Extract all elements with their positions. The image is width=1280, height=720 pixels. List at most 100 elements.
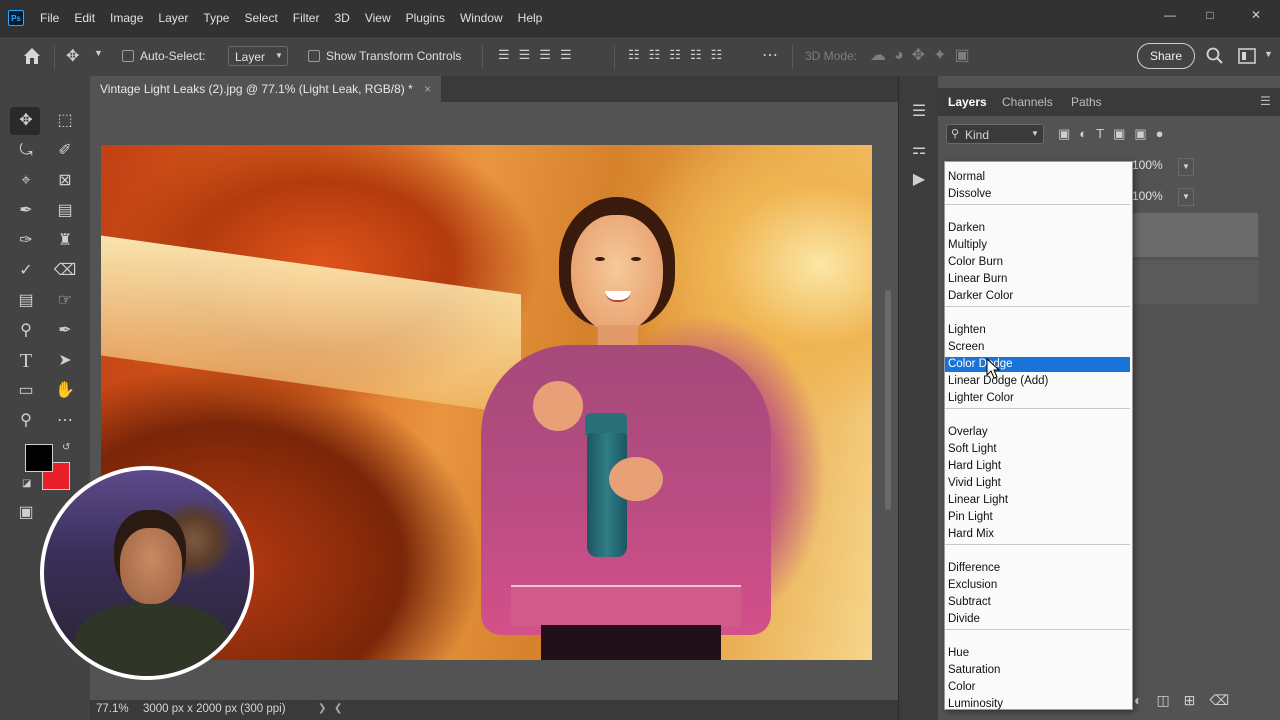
smudge-tool-icon[interactable]: ☞ bbox=[53, 289, 77, 313]
blend-mode-linear-dodge-add[interactable]: Linear Dodge (Add) bbox=[945, 374, 1130, 389]
blend-mode-exclusion[interactable]: Exclusion bbox=[945, 578, 1130, 593]
hand-tool-icon[interactable]: ✋ bbox=[53, 379, 77, 403]
minimize-icon[interactable]: — bbox=[1160, 8, 1180, 24]
adjustments-icon[interactable]: ☰ bbox=[907, 100, 931, 124]
menu-item-file[interactable]: File bbox=[40, 11, 59, 25]
workspace-icon[interactable] bbox=[1238, 48, 1256, 64]
blend-mode-saturation[interactable]: Saturation bbox=[945, 663, 1130, 678]
show-transform-checkbox[interactable] bbox=[308, 50, 320, 62]
distribute-icons[interactable]: ☷☷☷☷☷ bbox=[628, 47, 731, 63]
blend-mode-color[interactable]: Color bbox=[945, 680, 1130, 695]
menu-item-filter[interactable]: Filter bbox=[293, 11, 320, 25]
blend-mode-normal[interactable]: Normal bbox=[945, 170, 1130, 185]
blend-mode-vivid-light[interactable]: Vivid Light bbox=[945, 476, 1130, 491]
layer-row[interactable] bbox=[1132, 260, 1258, 304]
blend-mode-divide[interactable]: Divide bbox=[945, 612, 1130, 627]
blend-mode-hard-light[interactable]: Hard Light bbox=[945, 459, 1130, 474]
marquee-tool-icon[interactable]: ⬚ bbox=[53, 109, 77, 133]
menu-item-help[interactable]: Help bbox=[518, 11, 543, 25]
history-icon[interactable]: ⚎ bbox=[907, 138, 931, 162]
brush-tool-icon[interactable]: ✑ bbox=[14, 229, 38, 253]
pen-tool-icon[interactable]: ✒ bbox=[53, 319, 77, 343]
blend-mode-luminosity[interactable]: Luminosity bbox=[945, 697, 1130, 712]
crop-tool-icon[interactable]: ⌖ bbox=[14, 169, 38, 193]
blend-mode-overlay[interactable]: Overlay bbox=[945, 425, 1130, 440]
blend-mode-dissolve[interactable]: Dissolve bbox=[945, 187, 1130, 202]
blend-mode-color-burn[interactable]: Color Burn bbox=[945, 255, 1130, 270]
frame-tool-icon[interactable]: ⊠ bbox=[53, 169, 77, 193]
layer-filter-kind-dropdown[interactable]: ⚲ Kind ▼ bbox=[946, 124, 1044, 144]
close-icon[interactable]: ✕ bbox=[1246, 8, 1266, 24]
blend-mode-linear-burn[interactable]: Linear Burn bbox=[945, 272, 1130, 287]
foreground-color-swatch[interactable] bbox=[25, 444, 53, 472]
play-icon[interactable]: ▶ bbox=[907, 168, 931, 192]
blend-mode-hard-mix[interactable]: Hard Mix bbox=[945, 527, 1130, 542]
menu-item-select[interactable]: Select bbox=[244, 11, 277, 25]
move-tool-icon[interactable]: ✥ bbox=[66, 46, 79, 66]
auto-select-checkbox[interactable] bbox=[122, 50, 134, 62]
gradient-tool-icon[interactable]: ▤ bbox=[14, 289, 38, 313]
close-tab-icon[interactable]: × bbox=[424, 82, 431, 96]
default-colors-icon[interactable]: ◪ bbox=[22, 478, 31, 489]
layer-actions-icons[interactable]: ◐◫⊞⌫ bbox=[1134, 692, 1243, 709]
menu-item-view[interactable]: View bbox=[365, 11, 391, 25]
blend-mode-darker-color[interactable]: Darker Color bbox=[945, 289, 1130, 304]
blend-mode-pin-light[interactable]: Pin Light bbox=[945, 510, 1130, 525]
eraser-tool-icon[interactable]: ⌫ bbox=[53, 259, 77, 283]
blend-mode-linear-light[interactable]: Linear Light bbox=[945, 493, 1130, 508]
blend-mode-screen[interactable]: Screen bbox=[945, 340, 1130, 355]
blend-mode-hue[interactable]: Hue bbox=[945, 646, 1130, 661]
move-tool-icon[interactable]: ✥ bbox=[14, 109, 38, 133]
blend-mode-difference[interactable]: Difference bbox=[945, 561, 1130, 576]
share-button[interactable]: Share bbox=[1137, 43, 1195, 69]
healing-brush-tool-icon[interactable]: ▤ bbox=[53, 199, 77, 223]
clone-stamp-tool-icon[interactable]: ♜ bbox=[53, 229, 77, 253]
tab-paths[interactable]: Paths bbox=[1071, 88, 1102, 116]
opacity-dropdown-icon[interactable]: ▼ bbox=[1178, 158, 1194, 176]
opacity-value[interactable]: 100% bbox=[1132, 158, 1163, 172]
chevron-down-icon[interactable]: ▼ bbox=[1264, 49, 1273, 59]
panel-menu-icon[interactable]: ☰ bbox=[1260, 94, 1271, 108]
menu-item-window[interactable]: Window bbox=[460, 11, 503, 25]
fill-dropdown-icon[interactable]: ▼ bbox=[1178, 188, 1194, 206]
maximize-icon[interactable]: □ bbox=[1200, 8, 1220, 24]
document-tab[interactable]: Vintage Light Leaks (2).jpg @ 77.1% (Lig… bbox=[90, 76, 442, 102]
chevron-left-icon[interactable]: ❮ bbox=[334, 703, 342, 714]
blend-mode-darken[interactable]: Darken bbox=[945, 221, 1130, 236]
blend-mode-multiply[interactable]: Multiply bbox=[945, 238, 1130, 253]
more-tools-icon[interactable]: ⋯ bbox=[53, 409, 77, 433]
tab-layers[interactable]: Layers bbox=[948, 88, 987, 116]
menu-item-plugins[interactable]: Plugins bbox=[406, 11, 445, 25]
menu-item-3d[interactable]: 3D bbox=[334, 11, 349, 25]
lasso-tool-icon[interactable]: ⤿ bbox=[14, 139, 38, 163]
rectangle-tool-icon[interactable]: ▭ bbox=[14, 379, 38, 403]
menu-item-layer[interactable]: Layer bbox=[158, 11, 188, 25]
selected-layer-row[interactable] bbox=[1132, 213, 1258, 257]
blend-mode-soft-light[interactable]: Soft Light bbox=[945, 442, 1130, 457]
search-icon[interactable] bbox=[1206, 47, 1224, 65]
layer-filter-icons[interactable]: ▣◐T▣▣● bbox=[1058, 126, 1173, 142]
history-brush-tool-icon[interactable]: ✓ bbox=[14, 259, 38, 283]
zoom-level[interactable]: 77.1% bbox=[96, 703, 129, 715]
layer-select-dropdown[interactable]: Layer ▼ bbox=[228, 46, 288, 66]
menu-item-image[interactable]: Image bbox=[110, 11, 143, 25]
blend-mode-lighten[interactable]: Lighten bbox=[945, 323, 1130, 338]
blend-mode-dropdown-menu[interactable]: Normal Dissolve Darken Multiply Color Burn Li… bbox=[944, 161, 1133, 710]
dodge-tool-icon[interactable]: ⚲ bbox=[14, 319, 38, 343]
blend-mode-subtract[interactable]: Subtract bbox=[945, 595, 1130, 610]
align-icons[interactable]: ☰☰☰☰ bbox=[498, 47, 581, 63]
path-selection-tool-icon[interactable]: ➤ bbox=[53, 349, 77, 373]
swap-colors-icon[interactable]: ↺ bbox=[62, 442, 70, 453]
quick-mask-icon[interactable]: ▣ bbox=[14, 501, 38, 525]
more-options-icon[interactable]: ⋯ bbox=[762, 45, 778, 65]
blend-mode-color-dodge[interactable]: Color Dodge bbox=[945, 357, 1130, 372]
chevron-right-icon[interactable]: ❯ bbox=[318, 703, 326, 714]
zoom-tool-icon[interactable]: ⚲ bbox=[14, 409, 38, 433]
fill-value[interactable]: 100% bbox=[1132, 189, 1163, 203]
home-icon[interactable] bbox=[22, 46, 42, 66]
eyedropper-tool-icon[interactable]: ✒ bbox=[14, 199, 38, 223]
object-selection-tool-icon[interactable]: ✐ bbox=[53, 139, 77, 163]
menu-item-edit[interactable]: Edit bbox=[74, 11, 95, 25]
menu-item-type[interactable]: Type bbox=[203, 11, 229, 25]
blend-mode-lighter-color[interactable]: Lighter Color bbox=[945, 391, 1130, 406]
